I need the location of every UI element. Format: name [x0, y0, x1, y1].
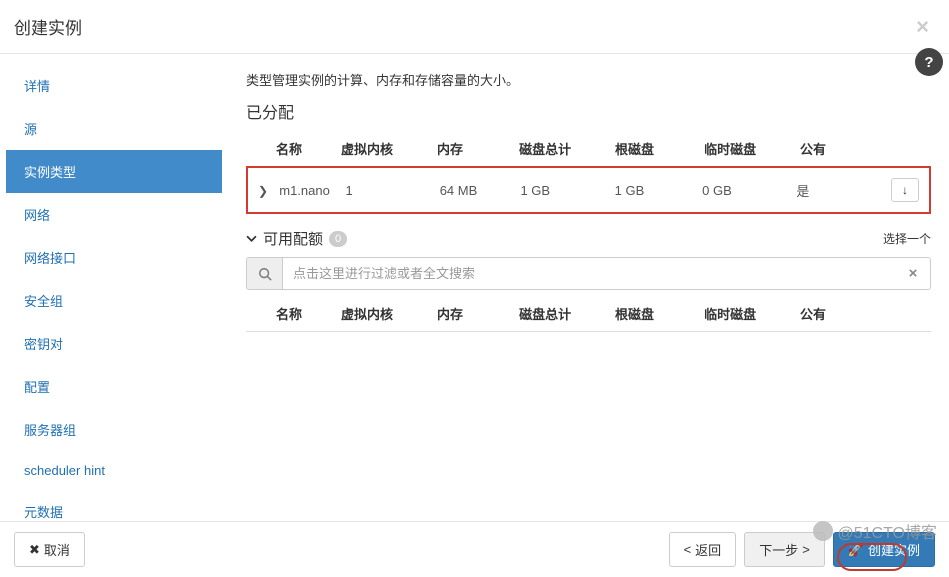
sidebar-item-scheduler-hint[interactable]: scheduler hint: [6, 451, 222, 490]
acol-vcpus[interactable]: 虚拟内核: [335, 296, 431, 332]
rocket-icon: 🚀: [848, 542, 864, 558]
sidebar-item-source[interactable]: 源: [6, 107, 222, 150]
sidebar-item-keypair[interactable]: 密钥对: [6, 322, 222, 365]
sidebar-item-secgroup[interactable]: 安全组: [6, 279, 222, 322]
acol-ephemeral[interactable]: 临时磁盘: [698, 296, 794, 332]
flavor-vcpus: 1: [339, 170, 433, 210]
col-totaldisk: 磁盘总计: [513, 131, 609, 166]
sidebar-item-network[interactable]: 网络: [6, 193, 222, 236]
acol-public[interactable]: 公有: [794, 296, 876, 332]
allocated-row[interactable]: ❯ m1.nano 1 64 MB 1 GB 1 GB 0 GB 是: [252, 170, 925, 210]
sidebar-item-config[interactable]: 配置: [6, 365, 222, 408]
flavor-public: 是: [790, 170, 871, 210]
col-memory: 内存: [431, 131, 513, 166]
acol-name[interactable]: 名称: [246, 296, 335, 332]
sidebar-item-details[interactable]: 详情: [6, 64, 222, 107]
flavor-ephemeral: 0 GB: [696, 170, 790, 210]
launch-button[interactable]: 🚀 创建实例: [833, 532, 935, 567]
filter-row: ×: [246, 257, 931, 290]
close-icon: ✖: [29, 542, 40, 558]
available-count-badge: 0: [329, 231, 347, 247]
cancel-button[interactable]: ✖ 取消: [14, 532, 85, 567]
flavor-memory: 64 MB: [434, 170, 515, 210]
flavor-totaldisk: 1 GB: [514, 170, 608, 210]
sidebar-item-metadata[interactable]: 元数据: [6, 490, 222, 521]
back-button[interactable]: < 返回: [669, 532, 737, 567]
acol-rootdisk[interactable]: 根磁盘: [609, 296, 698, 332]
allocated-highlight: ❯ m1.nano 1 64 MB 1 GB 1 GB 0 GB 是: [246, 166, 931, 214]
col-rootdisk: 根磁盘: [609, 131, 698, 166]
col-name: 名称: [246, 131, 335, 166]
acol-totaldisk[interactable]: 磁盘总计: [513, 296, 609, 332]
chevron-right-icon: >: [802, 542, 810, 557]
filter-input[interactable]: [283, 258, 896, 289]
sidebar-item-port[interactable]: 网络接口: [6, 236, 222, 279]
modal-title: 创建实例: [14, 14, 82, 39]
sidebar-item-servergroup[interactable]: 服务器组: [6, 408, 222, 451]
close-icon[interactable]: ×: [916, 16, 929, 38]
allocated-title: 已分配: [246, 99, 931, 123]
deallocate-button[interactable]: ↓: [891, 178, 919, 202]
col-ephemeral: 临时磁盘: [698, 131, 794, 166]
sidebar-item-flavor[interactable]: 实例类型: [6, 150, 222, 193]
modal-footer: ✖ 取消 < 返回 下一步 > 🚀 创建实例: [0, 521, 949, 577]
available-title: 可用配额: [263, 228, 323, 249]
select-one-label: 选择一个: [883, 230, 931, 247]
search-icon[interactable]: [247, 258, 283, 289]
modal-header: 创建实例 ×: [0, 0, 949, 54]
chevron-right-icon[interactable]: ❯: [258, 184, 272, 198]
acol-memory[interactable]: 内存: [431, 296, 513, 332]
flavor-rootdisk: 1 GB: [609, 170, 696, 210]
flavor-name: m1.nano: [279, 183, 330, 198]
allocated-header-table: 名称 虚拟内核 内存 磁盘总计 根磁盘 临时磁盘 公有: [246, 131, 931, 166]
col-public: 公有: [794, 131, 876, 166]
available-table: 名称 虚拟内核 内存 磁盘总计 根磁盘 临时磁盘 公有: [246, 296, 931, 332]
col-vcpus: 虚拟内核: [335, 131, 431, 166]
help-icon[interactable]: ?: [915, 48, 943, 76]
clear-filter-button[interactable]: ×: [896, 258, 930, 289]
main-panel: 类型管理实例的计算、内存和存储容量的大小。 已分配 名称 虚拟内核 内存 磁盘总…: [228, 54, 949, 521]
chevron-left-icon: <: [684, 542, 692, 557]
next-button[interactable]: 下一步 >: [744, 532, 825, 567]
allocated-table: ❯ m1.nano 1 64 MB 1 GB 1 GB 0 GB 是: [252, 170, 925, 210]
arrow-down-icon: ↓: [902, 183, 908, 197]
chevron-down-icon[interactable]: [246, 233, 257, 244]
flavor-description: 类型管理实例的计算、内存和存储容量的大小。: [246, 70, 931, 89]
wizard-sidebar: 详情 源 实例类型 网络 网络接口 安全组 密钥对 配置 服务器组 schedu…: [0, 54, 228, 521]
